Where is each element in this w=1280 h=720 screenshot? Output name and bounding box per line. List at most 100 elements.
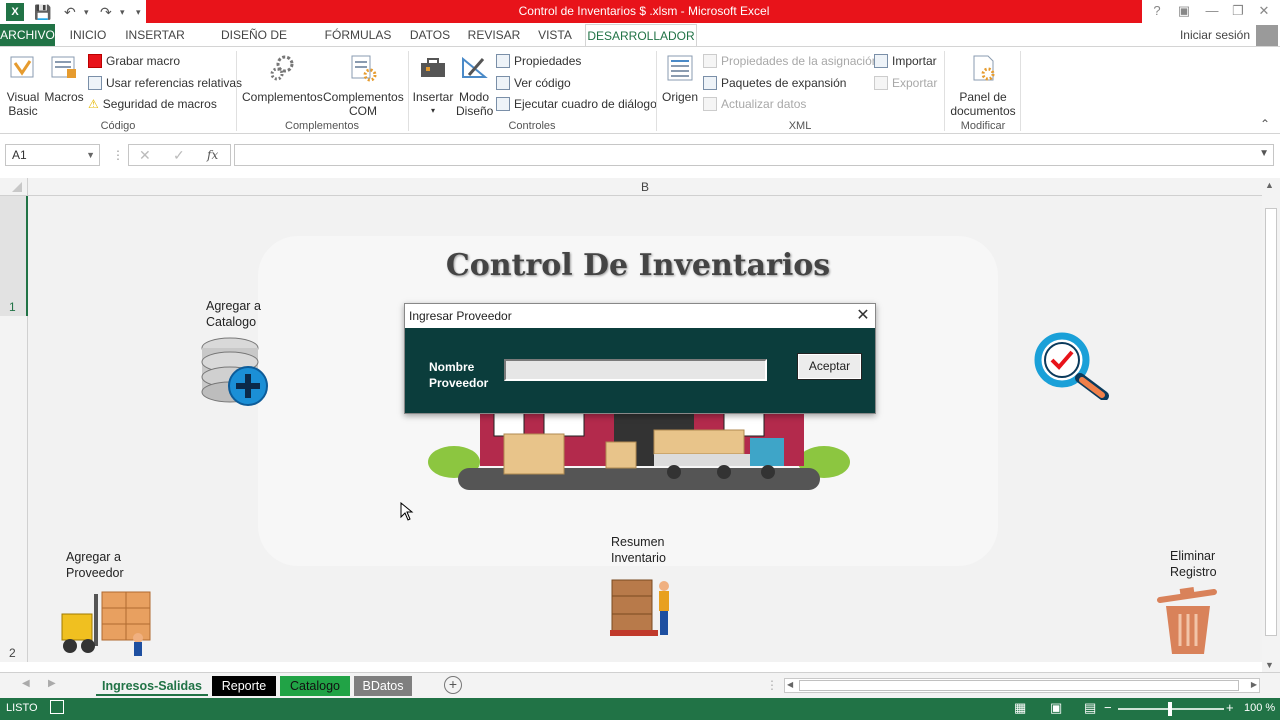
import-button[interactable]: Importar	[874, 52, 937, 70]
tab-home[interactable]: INICIO	[66, 24, 110, 46]
prev-sheet-icon[interactable]: ◀	[22, 678, 30, 689]
document-panel-button[interactable]: Panel de documentos	[948, 53, 1018, 118]
zoom-slider-thumb[interactable]	[1168, 702, 1172, 716]
avatar[interactable]	[1256, 25, 1278, 46]
scroll-up-icon[interactable]: ▲	[1265, 180, 1274, 190]
scroll-left-icon[interactable]: ◀	[787, 680, 793, 689]
insert-control-button[interactable]: Insertar ▾	[412, 53, 454, 118]
sheet-tab-bar: ◀ ▶ Ingresos-Salidas Reporte Catalogo BD…	[0, 672, 1280, 698]
sheet-tab-ingresos-salidas[interactable]: Ingresos-Salidas	[96, 676, 208, 696]
xml-source-button[interactable]: Origen	[660, 53, 700, 104]
scroll-right-icon[interactable]: ▶	[1251, 680, 1257, 689]
zoom-level[interactable]: 100 %	[1244, 702, 1275, 714]
zoom-in-icon[interactable]: +	[1226, 700, 1234, 715]
redo-icon[interactable]: ↷	[100, 3, 112, 21]
run-dialog-button[interactable]: Ejecutar cuadro de diálogo	[496, 95, 657, 113]
horizontal-scrollbar[interactable]: ◀ ▶	[784, 678, 1260, 693]
accept-button[interactable]: Aceptar	[797, 353, 862, 380]
column-header-b[interactable]: B	[28, 178, 1262, 196]
visual-basic-button[interactable]: Visual Basic	[4, 53, 42, 118]
sheet-tab-catalogo[interactable]: Catalogo	[280, 676, 350, 696]
tab-split-handle[interactable]: ⋮	[766, 678, 778, 692]
vertical-scrollbar[interactable]: ▲ ▼	[1262, 178, 1280, 676]
save-icon[interactable]: 💾	[34, 3, 51, 21]
properties-button[interactable]: Propiedades	[496, 52, 581, 70]
add-sheet-icon[interactable]: +	[444, 676, 462, 694]
view-code-button[interactable]: Ver código	[496, 74, 571, 92]
dialog-title-bar[interactable]: Ingresar Proveedor	[405, 304, 875, 328]
page-layout-view-icon[interactable]: ▣	[1050, 700, 1062, 716]
expansion-packs-button[interactable]: Paquetes de expansión	[703, 74, 846, 92]
design-mode-button[interactable]: Modo Diseño	[456, 53, 493, 118]
record-macro-button[interactable]: Grabar macro	[88, 52, 180, 70]
horizontal-scroll-thumb[interactable]	[799, 680, 1239, 691]
tab-developer[interactable]: DESARROLLADOR	[585, 24, 697, 47]
tab-insert[interactable]: INSERTAR	[124, 24, 186, 46]
zoom-out-icon[interactable]: −	[1104, 700, 1112, 715]
undo-icon[interactable]: ↶	[64, 3, 76, 21]
export-button[interactable]: Exportar	[874, 74, 937, 92]
insert-function-icon[interactable]: fx	[207, 148, 218, 162]
close-window-icon[interactable]: ✕	[1252, 2, 1276, 20]
name-box[interactable]: A1 ▼	[5, 144, 100, 166]
toolbox-icon	[421, 58, 445, 77]
select-all-icon	[12, 182, 22, 192]
restore-icon[interactable]: ❐	[1226, 2, 1250, 20]
redo-dropdown-icon[interactable]: ▾	[120, 3, 125, 21]
ribbon: Visual Basic Macros Grabar macro Usar re…	[0, 46, 1280, 134]
more-options-icon: ⋮	[112, 148, 124, 162]
worksheet-area[interactable]: Control De Inventarios Agregar a Catalog…	[28, 196, 1262, 662]
macros-button[interactable]: Macros	[44, 53, 84, 104]
next-sheet-icon[interactable]: ▶	[48, 678, 56, 689]
select-all-corner[interactable]	[0, 178, 28, 196]
document-panel-icon	[973, 55, 995, 81]
map-properties-button[interactable]: Propiedades de la asignación	[703, 52, 878, 70]
tab-data[interactable]: DATOS	[406, 24, 454, 46]
boxes-worker-icon[interactable]	[610, 576, 676, 638]
tab-review[interactable]: REVISAR	[466, 24, 522, 46]
cancel-icon[interactable]: ✕	[139, 147, 151, 164]
dialog-close-icon[interactable]: ✕	[851, 304, 875, 328]
formula-input[interactable]: ▼	[234, 144, 1274, 166]
add-catalog-label: Agregar a Catalogo	[206, 298, 261, 330]
page-break-view-icon[interactable]: ▤	[1084, 700, 1096, 716]
record-macro-label: Grabar macro	[106, 54, 181, 68]
group-label-complementos: Complementos	[285, 120, 359, 132]
trash-icon[interactable]	[1154, 586, 1226, 658]
scroll-down-icon[interactable]: ▼	[1265, 660, 1274, 670]
macro-security-button[interactable]: ⚠ Seguridad de macros	[88, 95, 217, 113]
tab-view[interactable]: VISTA	[534, 24, 576, 46]
forklift-icon[interactable]	[58, 590, 154, 658]
tab-formulas[interactable]: FÓRMULAS	[322, 24, 394, 46]
sheet-tab-bdatos[interactable]: BDatos	[354, 676, 412, 696]
normal-view-icon[interactable]: ▦	[1014, 700, 1026, 716]
ribbon-display-icon[interactable]: ▣	[1172, 2, 1196, 20]
search-inventory-icon[interactable]	[1032, 330, 1112, 400]
row-header-2[interactable]: 2	[0, 316, 28, 662]
relative-references-button[interactable]: Usar referencias relativas	[88, 74, 242, 92]
name-box-dropdown-icon[interactable]: ▼	[86, 145, 95, 165]
expand-formula-icon[interactable]: ▼	[1259, 148, 1269, 159]
macro-record-status-icon[interactable]	[50, 700, 64, 714]
enter-icon[interactable]: ✓	[173, 147, 185, 164]
collapse-ribbon-icon[interactable]: ⌃	[1260, 117, 1270, 131]
minimize-icon[interactable]: —	[1200, 2, 1224, 20]
map-properties-label: Propiedades de la asignación	[721, 54, 879, 68]
refresh-data-button[interactable]: Actualizar datos	[703, 95, 806, 113]
help-icon[interactable]: ?	[1145, 2, 1169, 20]
tab-file[interactable]: ARCHIVO	[0, 24, 55, 46]
database-add-icon[interactable]	[200, 336, 272, 410]
sheet-tab-reporte[interactable]: Reporte	[212, 676, 276, 696]
tab-page-layout[interactable]: DISEÑO DE PÁGINA	[198, 24, 310, 64]
status-mode: LISTO	[6, 702, 38, 714]
signin-link[interactable]: Iniciar sesión	[1180, 24, 1250, 46]
row-header-1[interactable]: 1	[0, 196, 28, 316]
customize-qat-icon[interactable]: ▾	[136, 3, 141, 21]
supplier-name-input[interactable]	[504, 359, 767, 381]
com-addins-button[interactable]: Complementos COM	[323, 53, 404, 118]
view-code-icon	[496, 76, 510, 90]
vertical-scroll-thumb[interactable]	[1265, 208, 1277, 636]
import-icon	[874, 54, 888, 68]
addins-button[interactable]: Complementos	[242, 53, 323, 104]
undo-dropdown-icon[interactable]: ▾	[84, 3, 89, 21]
